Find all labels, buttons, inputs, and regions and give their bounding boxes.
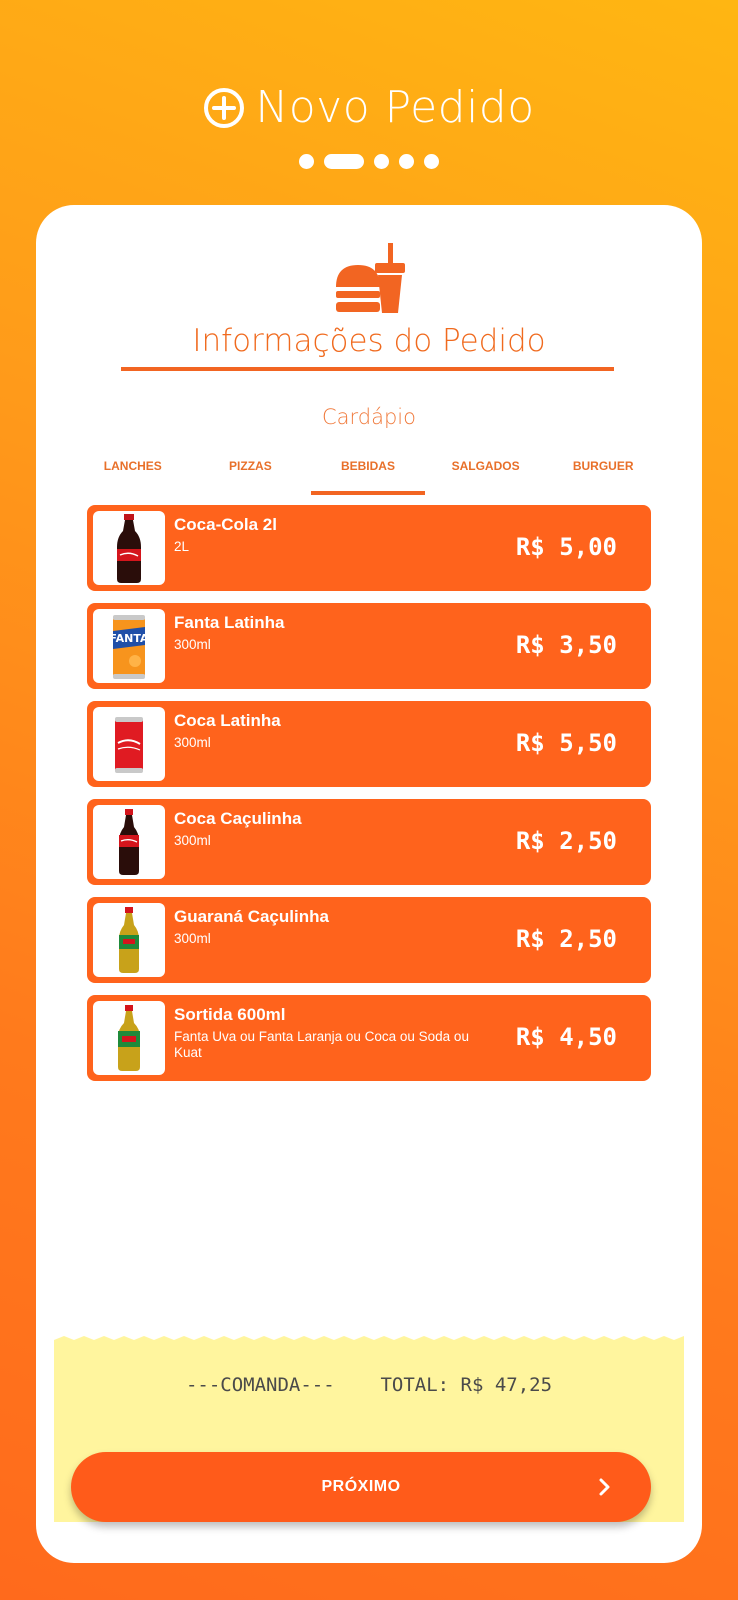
product-price: R$ 5,00 <box>515 533 617 561</box>
product-list: Coca-Cola 2l 2L R$ 5,00 FANTA Fanta Lati… <box>87 505 651 1093</box>
svg-text:FANTA: FANTA <box>109 632 149 645</box>
section-title: Informações do Pedido <box>192 323 546 359</box>
product-item[interactable]: Guaraná Caçulinha 300ml R$ 2,50 <box>87 897 651 983</box>
step-dot <box>299 154 314 169</box>
product-name: Sortida 600ml <box>174 1005 286 1024</box>
fanta-can-icon: FANTA <box>109 615 149 679</box>
product-price: R$ 2,50 <box>515 925 617 953</box>
step-dot <box>374 154 389 169</box>
product-description: 2L <box>174 539 190 554</box>
receipt-total: TOTAL: R$ 47,25 <box>380 1374 553 1396</box>
receipt-label: ---COMANDA--- <box>185 1374 335 1396</box>
guarana-bottle-icon <box>118 1005 140 1071</box>
tab-pizzas[interactable]: PIZZAS <box>192 445 310 491</box>
product-item[interactable]: FANTA Fanta Latinha 300ml R$ 3,50 <box>87 603 651 689</box>
tab-bebidas[interactable]: BEBIDAS <box>309 445 427 495</box>
product-image: FANTA <box>93 609 165 683</box>
receipt-summary: ---COMANDA--- TOTAL: R$ 47,25 <box>54 1374 684 1396</box>
step-dot <box>424 154 439 169</box>
product-description: 300ml <box>174 735 211 750</box>
burger-drink-icon <box>336 243 405 313</box>
product-name: Coca-Cola 2l <box>174 515 277 534</box>
product-description: 300ml <box>174 931 211 946</box>
step-dot-active <box>324 154 364 169</box>
step-dot <box>399 154 414 169</box>
receipt-zigzag-edge <box>54 1336 684 1346</box>
coca-cola-bottle-icon <box>117 514 141 583</box>
product-image <box>93 511 165 585</box>
chevron-right-icon <box>599 1478 610 1496</box>
next-button-label: PRÓXIMO <box>321 1478 401 1495</box>
product-name: Fanta Latinha <box>174 613 285 632</box>
product-price: R$ 5,50 <box>515 729 617 757</box>
page-title: Novo Pedido <box>203 82 534 133</box>
product-image <box>93 805 165 879</box>
tab-salgados[interactable]: SALGADOS <box>427 445 545 491</box>
step-indicator <box>0 154 738 169</box>
product-description: 300ml <box>174 637 211 652</box>
product-item[interactable]: Coca-Cola 2l 2L R$ 5,00 <box>87 505 651 591</box>
product-item[interactable]: Coca Latinha 300ml R$ 5,50 <box>87 701 651 787</box>
product-name: Coca Caçulinha <box>174 809 302 828</box>
product-price: R$ 4,50 <box>515 1023 617 1051</box>
product-price: R$ 3,50 <box>515 631 617 659</box>
plus-circle-icon <box>204 87 245 128</box>
tab-lanches[interactable]: LANCHES <box>74 445 192 491</box>
product-name: Coca Latinha <box>174 711 281 730</box>
next-button[interactable]: PRÓXIMO <box>71 1452 651 1522</box>
menu-title: Cardápio <box>321 405 416 429</box>
product-image <box>93 903 165 977</box>
product-item[interactable]: Coca Caçulinha 300ml R$ 2,50 <box>87 799 651 885</box>
coca-can-icon <box>115 717 143 773</box>
product-description: Fanta Uva ou Fanta Laranja ou Coca ou So… <box>174 1029 469 1060</box>
header: Novo Pedido <box>0 82 738 134</box>
product-description: 300ml <box>174 833 211 848</box>
product-name: Guaraná Caçulinha <box>174 907 329 926</box>
product-image <box>93 1001 165 1075</box>
tab-burguer[interactable]: BURGUER <box>544 445 662 491</box>
page-title-text: Novo Pedido <box>255 82 535 133</box>
order-card: Informações do Pedido Cardápio LANCHES P… <box>36 205 702 1563</box>
product-item[interactable]: Sortida 600ml Fanta Uva ou Fanta Laranja… <box>87 995 651 1081</box>
category-tabs: LANCHES PIZZAS BEBIDAS SALGADOS BURGUER <box>74 445 662 495</box>
title-divider <box>121 367 614 371</box>
product-image <box>93 707 165 781</box>
guarana-small-bottle-icon <box>119 907 139 973</box>
coca-small-bottle-icon <box>119 809 139 875</box>
product-price: R$ 2,50 <box>515 827 617 855</box>
